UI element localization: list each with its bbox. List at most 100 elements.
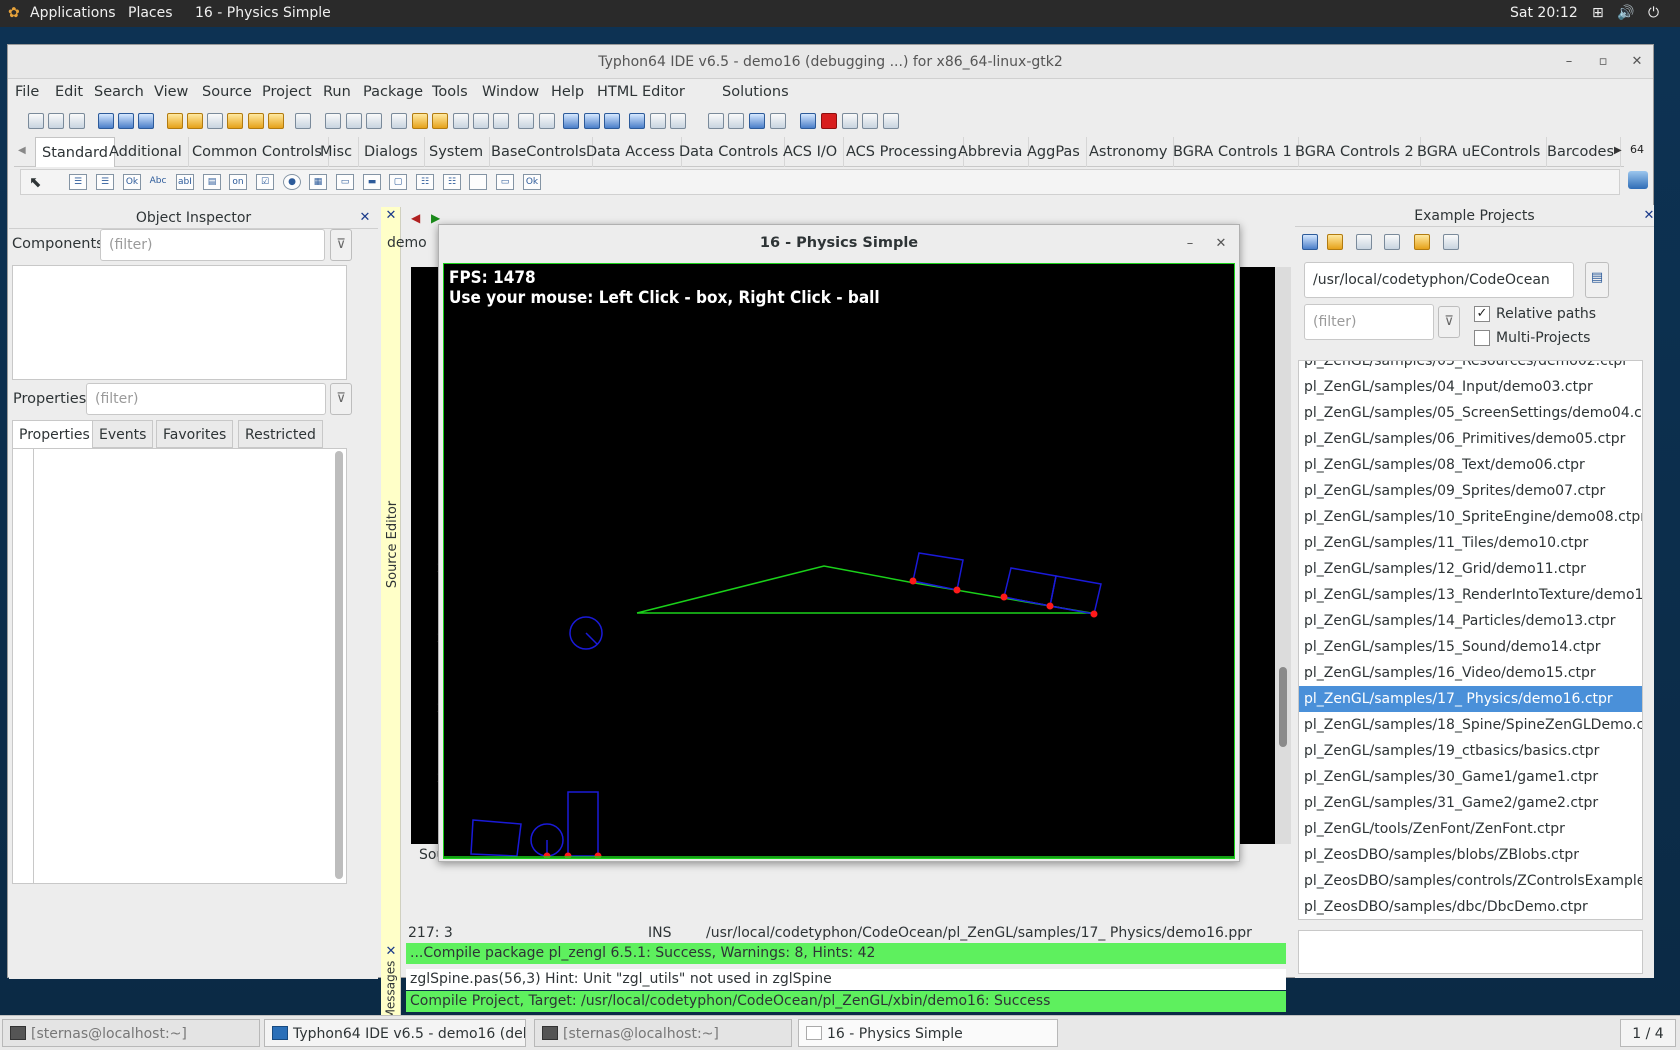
example-project-item[interactable]: pl_ZenGL/samples/15_Sound/demo14.ctpr <box>1299 634 1642 660</box>
menu-run[interactable]: Run <box>323 84 351 100</box>
message-row[interactable]: ...Compile package pl_zengl 6.5.1: Succe… <box>406 943 1286 964</box>
task-terminal-1[interactable]: [sternas@localhost:~] <box>2 1019 260 1047</box>
network-icon[interactable]: ⊞ <box>1592 5 1604 21</box>
palette-tab-basecontrols[interactable]: BaseControls <box>485 137 594 167</box>
palette-scroll-right-icon[interactable]: ▶ <box>1614 145 1622 156</box>
example-project-item[interactable]: pl_ZenGL/samples/12_Grid/demo11.ctpr <box>1299 556 1642 582</box>
tactionlist-icon[interactable]: Ok <box>523 174 541 190</box>
settings-gear-icon[interactable] <box>708 113 724 129</box>
palette-tab-bgra-uecontrols[interactable]: BGRA uEControls <box>1411 137 1548 167</box>
tpanel-icon[interactable] <box>469 174 487 190</box>
tab-favorites[interactable]: Favorites <box>156 420 234 448</box>
step-into-icon[interactable] <box>842 113 858 129</box>
source-editor-close-icon[interactable]: ✕ <box>384 209 398 223</box>
relative-paths-checkbox[interactable]: ✓ <box>1474 306 1490 322</box>
editor-scroll-thumb[interactable] <box>1279 667 1287 747</box>
properties-scrollbar[interactable] <box>335 451 343 879</box>
properties-filter-input[interactable]: (filter) <box>86 383 326 415</box>
clean-icon[interactable] <box>493 113 509 129</box>
example-project-item[interactable]: pl_ZenGL/samples/18_Spine/SpineZenGLDemo… <box>1299 712 1642 738</box>
example-project-item[interactable]: pl_ZenGL/samples/09_Sprites/demo07.ctpr <box>1299 478 1642 504</box>
find-replace-icon[interactable] <box>118 113 134 129</box>
tab-properties[interactable]: Properties <box>12 420 97 448</box>
palette-scroll-left-icon[interactable]: ◀ <box>18 145 26 156</box>
example-project-item[interactable]: pl_ZenGL/samples/03_Resources/demo02.ctp… <box>1299 361 1642 374</box>
menu-tools[interactable]: Tools <box>432 84 468 100</box>
folder-icon[interactable] <box>1414 234 1430 250</box>
applications-icon[interactable]: ✿ <box>8 5 20 21</box>
run-to-cursor-icon[interactable] <box>629 113 645 129</box>
open-project-icon[interactable] <box>187 113 203 129</box>
example-project-item[interactable]: pl_ZenGL/samples/13_RenderIntoTexture/de… <box>1299 582 1642 608</box>
build-icon[interactable] <box>453 113 469 129</box>
tcombobox-icon[interactable]: ▭ <box>336 174 354 190</box>
tmemo-icon[interactable]: ▤ <box>203 174 221 190</box>
step-out-icon[interactable] <box>883 113 899 129</box>
tlabel-icon[interactable]: Abc <box>149 174 167 190</box>
example-project-item[interactable]: pl_ZenGL/samples/14_Particles/demo13.ctp… <box>1299 608 1642 634</box>
palette-tab-additional[interactable]: Additional <box>103 137 189 167</box>
tpopupmenu-icon[interactable]: ☰ <box>96 174 114 190</box>
pause-icon[interactable] <box>800 113 816 129</box>
tedit-icon[interactable]: abI <box>176 174 194 190</box>
tgroupbox-icon[interactable]: ▢ <box>389 174 407 190</box>
debug-windows-icon[interactable] <box>539 113 555 129</box>
palette-tab-acs-processing[interactable]: ACS Processing <box>840 137 965 167</box>
palette-tab-astronomy[interactable]: Astronomy <box>1083 137 1175 167</box>
tcheckbox-icon[interactable]: ☑ <box>256 174 274 190</box>
menu-search[interactable]: Search <box>94 84 144 100</box>
palette-tab-common-controls[interactable]: Common Controls <box>186 137 329 167</box>
delete-project-icon[interactable] <box>1384 234 1400 250</box>
menu-file[interactable]: File <box>15 84 39 100</box>
save-icon[interactable] <box>207 113 223 129</box>
volume-icon[interactable]: 🔊 <box>1617 5 1634 21</box>
menu-solutions[interactable]: Solutions <box>722 84 789 100</box>
example-project-item[interactable]: pl_ZenGL/samples/06_Primitives/demo05.ct… <box>1299 426 1642 452</box>
palette-tab-aggpas[interactable]: AggPas <box>1021 137 1087 167</box>
object-inspector-close-icon[interactable]: ✕ <box>358 211 372 225</box>
new-form-icon[interactable] <box>48 113 64 129</box>
physics-canvas[interactable]: FPS: 1478 Use your mouse: Left Click - b… <box>443 263 1235 859</box>
multi-projects-checkbox[interactable] <box>1474 330 1490 346</box>
close-file-icon[interactable] <box>248 113 264 129</box>
zoom-icon[interactable] <box>138 113 154 129</box>
example-project-item[interactable]: pl_ZenGL/samples/04_Input/demo03.ctpr <box>1299 374 1642 400</box>
properties-grid[interactable] <box>12 448 347 884</box>
message-row[interactable]: Compile Project, Target: /usr/local/code… <box>406 991 1286 1012</box>
message-row[interactable]: zglSpine.pas(56,3) Hint: Unit "zgl_utils… <box>406 969 1286 990</box>
ttogglebox-icon[interactable]: on <box>229 174 247 190</box>
clock[interactable]: Sat 20:12 <box>1510 5 1578 21</box>
properties-filter-clear-icon[interactable]: ⊽ <box>330 383 352 415</box>
view-units-icon[interactable] <box>295 113 311 129</box>
tcheckgroup-icon[interactable]: ☷ <box>443 174 461 190</box>
example-project-item[interactable]: pl_ZenGL/samples/30_Game1/game1.ctpr <box>1299 764 1642 790</box>
open-icon[interactable] <box>167 113 183 129</box>
example-project-item[interactable]: pl_ZenGL/samples/05_ScreenSettings/demo0… <box>1299 400 1642 426</box>
palette-tab-barcodes[interactable]: Barcodes <box>1541 137 1621 167</box>
physics-close-icon[interactable]: ✕ <box>1212 235 1230 253</box>
task-typhon-ide[interactable]: Typhon64 IDE v6.5 - demo16 (debu... <box>264 1019 526 1047</box>
palette-tab-bgra-controls-2[interactable]: BGRA Controls 2 <box>1289 137 1421 167</box>
selection-pointer-icon[interactable]: ⬉ <box>29 173 42 191</box>
example-project-item[interactable]: pl_ZenGL/samples/17_ Physics/demo16.ctpr <box>1299 686 1642 712</box>
applications-menu[interactable]: Applications <box>30 5 116 21</box>
options-icon[interactable] <box>670 113 686 129</box>
menu-html-editor[interactable]: HTML Editor <box>597 84 685 100</box>
workspace-indicator[interactable]: 1 / 4 <box>1620 1019 1676 1047</box>
tradiobutton-icon[interactable]: ● <box>283 174 301 190</box>
compile-icon[interactable] <box>473 113 489 129</box>
example-project-item[interactable]: pl_ZenGL/samples/11_Tiles/demo10.ctpr <box>1299 530 1642 556</box>
settings-icon[interactable] <box>1443 234 1459 250</box>
tlistbox-icon[interactable]: ▦ <box>309 174 327 190</box>
editor-vertical-scrollbar[interactable] <box>1275 267 1291 844</box>
example-project-item[interactable]: pl_ZenGL/samples/16_Video/demo15.ctpr <box>1299 660 1642 686</box>
breakpoints-icon[interactable] <box>584 113 600 129</box>
package-icon[interactable] <box>518 113 534 129</box>
example-project-item[interactable]: pl_ZenGL/samples/10_SpriteEngine/demo08.… <box>1299 504 1642 530</box>
open-project-icon[interactable] <box>1327 234 1343 250</box>
tmainmenu-icon[interactable]: ☰ <box>69 174 87 190</box>
minimize-icon[interactable]: – <box>1560 53 1578 71</box>
close-icon[interactable]: ✕ <box>1628 53 1646 71</box>
task-terminal-2[interactable]: [sternas@localhost:~] <box>534 1019 792 1047</box>
menu-package[interactable]: Package <box>363 84 423 100</box>
